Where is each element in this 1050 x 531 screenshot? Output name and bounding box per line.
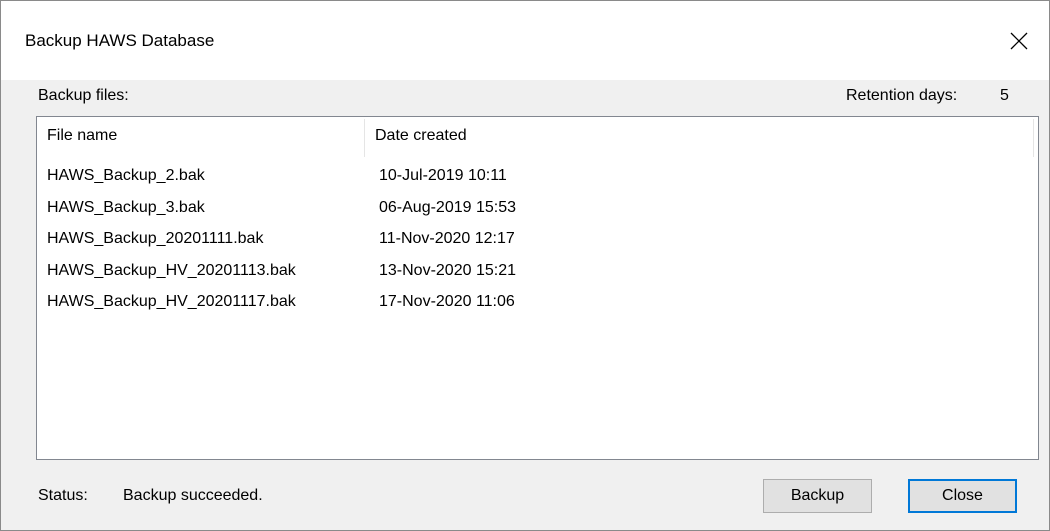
- list-item[interactable]: HAWS_Backup_HV_20201117.bak 17-Nov-2020 …: [37, 288, 1038, 320]
- file-name-cell: HAWS_Backup_HV_20201117.bak: [47, 293, 296, 310]
- close-window-button[interactable]: [989, 1, 1049, 80]
- close-button[interactable]: Close: [908, 479, 1017, 513]
- backup-files-list[interactable]: File name Date created HAWS_Backup_2.bak…: [36, 116, 1039, 460]
- date-created-cell: 06-Aug-2019 15:53: [379, 198, 516, 216]
- file-name-cell: HAWS_Backup_2.bak: [47, 167, 205, 184]
- column-header-date-created[interactable]: Date created: [375, 127, 467, 145]
- retention-days-value: 5: [1000, 87, 1009, 104]
- list-header: File name Date created: [37, 117, 1038, 159]
- list-item[interactable]: HAWS_Backup_3.bak 06-Aug-2019 15:53: [37, 194, 1038, 226]
- date-created-cell: 10-Jul-2019 10:11: [379, 167, 507, 184]
- list-item[interactable]: HAWS_Backup_HV_20201113.bak 13-Nov-2020 …: [37, 257, 1038, 289]
- backup-files-label: Backup files:: [38, 87, 129, 104]
- status-label: Status:: [38, 487, 88, 504]
- column-divider[interactable]: [364, 119, 365, 157]
- backup-dialog: Backup HAWS Database Backup files: Reten…: [0, 0, 1050, 531]
- list-item[interactable]: HAWS_Backup_20201111.bak 11-Nov-2020 12:…: [37, 225, 1038, 257]
- file-name-cell: HAWS_Backup_HV_20201113.bak: [47, 261, 296, 279]
- close-icon: [1010, 32, 1028, 49]
- backup-button[interactable]: Backup: [763, 479, 872, 513]
- title-bar: Backup HAWS Database: [1, 1, 1049, 80]
- date-created-cell: 11-Nov-2020 12:17: [379, 230, 515, 247]
- file-name-cell: HAWS_Backup_20201111.bak: [47, 230, 264, 247]
- retention-days-label: Retention days:: [846, 87, 958, 104]
- file-name-cell: HAWS_Backup_3.bak: [47, 198, 205, 216]
- list-rows: HAWS_Backup_2.bak 10-Jul-2019 10:11 HAWS…: [37, 162, 1038, 320]
- window-title: Backup HAWS Database: [25, 31, 215, 50]
- column-divider[interactable]: [1033, 119, 1034, 157]
- status-text: Backup succeeded.: [123, 487, 263, 504]
- column-header-file-name[interactable]: File name: [47, 127, 117, 145]
- list-item[interactable]: HAWS_Backup_2.bak 10-Jul-2019 10:11: [37, 162, 1038, 194]
- date-created-cell: 13-Nov-2020 15:21: [379, 261, 516, 279]
- date-created-cell: 17-Nov-2020 11:06: [379, 293, 515, 310]
